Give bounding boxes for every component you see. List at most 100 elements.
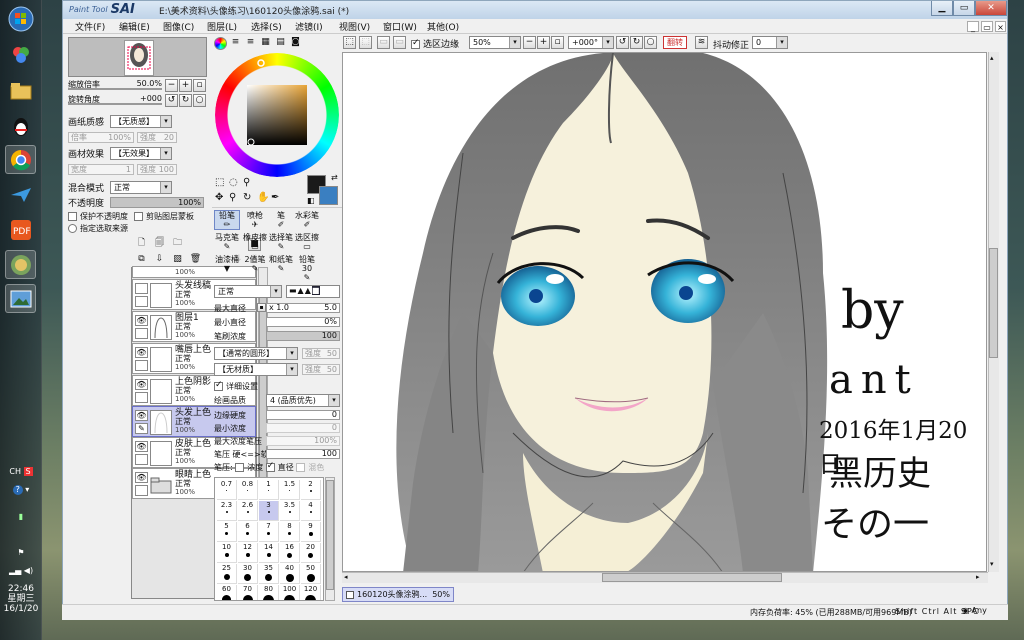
clip-mask-checkbox[interactable]	[134, 211, 143, 221]
rotate-right-button[interactable]: ↻	[179, 94, 192, 107]
min-size-slider[interactable]: 0%	[266, 317, 340, 327]
brush-size-scrollbar[interactable]	[325, 477, 335, 601]
rect-select-icon[interactable]: ⬚	[215, 177, 224, 188]
effect-strength-field[interactable]: 强度 100	[137, 163, 177, 175]
new-folder-icon[interactable]: 🗀	[171, 238, 184, 251]
flip-button[interactable]: 翻转	[663, 36, 687, 49]
magic-wand-icon[interactable]: ⚲	[243, 177, 250, 188]
tool-binary-pen[interactable]: 2值笔 ✎	[242, 254, 268, 274]
swatches-tab-icon[interactable]: ▦	[259, 37, 272, 50]
tool-washi-pen[interactable]: 和纸笔 ✎	[268, 254, 294, 274]
stabilizer-dropdown[interactable]: 0 ▾	[752, 36, 788, 49]
doc-restore-button[interactable]: ▭	[981, 21, 993, 32]
navigator-preview[interactable]	[68, 37, 207, 77]
brush-texture-dropdown[interactable]: 【无材质】 ▾	[214, 363, 298, 376]
brush-size-cell[interactable]: 0.7	[217, 480, 237, 500]
menu-layer[interactable]: 图层(L)	[207, 20, 237, 33]
brush-size-cell[interactable]: 80	[259, 585, 279, 600]
new-set-icon[interactable]: 🗐	[153, 238, 166, 251]
paper-scale-field[interactable]: 倍率 100%	[68, 131, 134, 143]
swap-colors-icon[interactable]: ⇄	[331, 173, 338, 182]
visibility-eye-icon[interactable]: 👁	[135, 441, 148, 452]
toolbar-zoom-in-button[interactable]: +	[537, 36, 550, 49]
pdf-app-icon[interactable]: PDF	[5, 215, 36, 244]
brush-mode-dropdown[interactable]: 正常 ▾	[214, 285, 282, 298]
secondary-color-swatch[interactable]	[319, 186, 338, 205]
lock-toggle[interactable]	[135, 296, 148, 307]
blend-mode-dropdown[interactable]: 正常 ▾	[110, 180, 172, 194]
tool-bucket[interactable]: 油漆桶 ▼	[214, 254, 240, 274]
drawing-canvas[interactable]: by ant 2016年1月20日 黑历史 その一	[342, 52, 987, 572]
move-icon[interactable]: ✥	[215, 192, 223, 203]
tool-airbrush[interactable]: 喷枪 ✈	[242, 210, 268, 230]
eyedropper-icon[interactable]: ✒	[271, 192, 279, 203]
brush-size-cell[interactable]: 20	[301, 543, 321, 563]
hsv-slider-tab-icon[interactable]: ≡	[244, 37, 257, 50]
document-tab[interactable]: 160120头像涂鸦... 50%	[342, 587, 454, 602]
menu-other[interactable]: 其他(O)	[427, 20, 459, 33]
menu-select[interactable]: 选择(S)	[251, 20, 282, 33]
tool-select-pen[interactable]: 选择笔 ✎	[268, 232, 294, 252]
zoom-out-button[interactable]: −	[165, 79, 178, 92]
lock-toggle[interactable]	[135, 328, 148, 339]
brush-size-cell[interactable]: 4	[301, 501, 321, 521]
lock-toggle[interactable]	[135, 360, 148, 371]
tool-watercolor[interactable]: 水彩笔 ✐	[294, 210, 320, 230]
max-pressure-slider[interactable]: 100%	[266, 436, 340, 446]
protect-opacity-checkbox[interactable]	[68, 211, 77, 221]
shape-strength-field[interactable]: 强度 50	[302, 348, 340, 359]
toolbar-zoom-out-button[interactable]: −	[523, 36, 536, 49]
paper-texture-dropdown[interactable]: 【无质感】 ▾	[110, 114, 172, 128]
rotate-tool-icon[interactable]: ↻	[243, 192, 251, 203]
brush-size-cell[interactable]: 1.5	[280, 480, 300, 500]
max-size-mult-button[interactable]: ▪	[257, 303, 266, 312]
folder-icon[interactable]	[5, 76, 36, 105]
tray-help-icon[interactable]: ? ▾	[0, 485, 42, 495]
stabilizer-icon[interactable]: ≋	[695, 36, 708, 49]
doc-minimize-button[interactable]: _	[967, 21, 979, 32]
tool-pencil[interactable]: 铅笔 ✏	[214, 210, 240, 230]
brush-size-cell[interactable]: 14	[259, 543, 279, 563]
color-wheel-tab-icon[interactable]	[214, 37, 227, 50]
deselect-icon[interactable]: ⬚	[343, 36, 356, 49]
canvas-horizontal-scrollbar[interactable]: ◂ ▸	[342, 572, 988, 583]
zoom-slider[interactable]: 缩放倍率 50.0%	[68, 79, 162, 90]
brush-size-cell[interactable]: 70	[238, 585, 258, 600]
detail-settings-checkbox[interactable]	[214, 380, 223, 391]
mixer-tab-icon[interactable]: ▤	[274, 37, 287, 50]
zoom-dropdown[interactable]: 50% ▾	[469, 36, 521, 49]
brush-size-cell[interactable]: 40	[280, 564, 300, 584]
toolbar-zoom-reset-button[interactable]: ▫	[551, 36, 564, 49]
brush-size-cell[interactable]: 9	[301, 522, 321, 542]
menu-image[interactable]: 图像(C)	[163, 20, 194, 33]
media-effect-dropdown[interactable]: 【无效果】 ▾	[110, 146, 172, 160]
selection-edge-toggle[interactable]: 选区边缘	[411, 37, 459, 50]
brush-size-cell[interactable]: 100	[280, 585, 300, 600]
opacity-slider[interactable]: 100%	[110, 196, 204, 208]
canvas-vertical-scrollbar[interactable]: ▴ ▾	[988, 52, 999, 572]
lock-toggle[interactable]	[135, 392, 148, 403]
qq-penguin-icon[interactable]	[5, 112, 36, 141]
brush-size-cell[interactable]: 25	[217, 564, 237, 584]
max-size-slider[interactable]: x 1.0 5.0	[266, 303, 340, 313]
texture-strength-field[interactable]: 强度 50	[302, 364, 340, 375]
brush-size-cell[interactable]: 2.6	[238, 501, 258, 521]
brush-size-cell[interactable]: 6	[238, 522, 258, 542]
visibility-eye-icon[interactable]: 👁	[135, 315, 148, 326]
brush-size-cell[interactable]: 3	[259, 501, 279, 521]
toolbar-rotate-left-button[interactable]: ↺	[616, 36, 629, 49]
pressure-slider[interactable]: 100	[266, 449, 340, 459]
brush-size-cell[interactable]: 35	[259, 564, 279, 584]
rotate-left-button[interactable]: ↺	[165, 94, 178, 107]
quality-dropdown[interactable]: 4 (品质优先) ▾	[266, 394, 340, 407]
min-density-slider[interactable]: 0	[266, 423, 340, 433]
brush-size-cell[interactable]: 50	[301, 564, 321, 584]
tray-flag-icon[interactable]: ⚑	[0, 548, 42, 558]
pressure-size-checkbox[interactable]	[265, 461, 275, 472]
visibility-eye-icon[interactable]: 👁	[135, 379, 148, 390]
rotate-reset-button[interactable]: ○	[193, 94, 206, 107]
brush-size-cell[interactable]: 8	[280, 522, 300, 542]
tray-network-volume[interactable]: ▂▄ ◀)	[0, 566, 42, 576]
lock-toggle[interactable]	[135, 454, 148, 465]
zoom-reset-button[interactable]: ▫	[193, 79, 206, 92]
